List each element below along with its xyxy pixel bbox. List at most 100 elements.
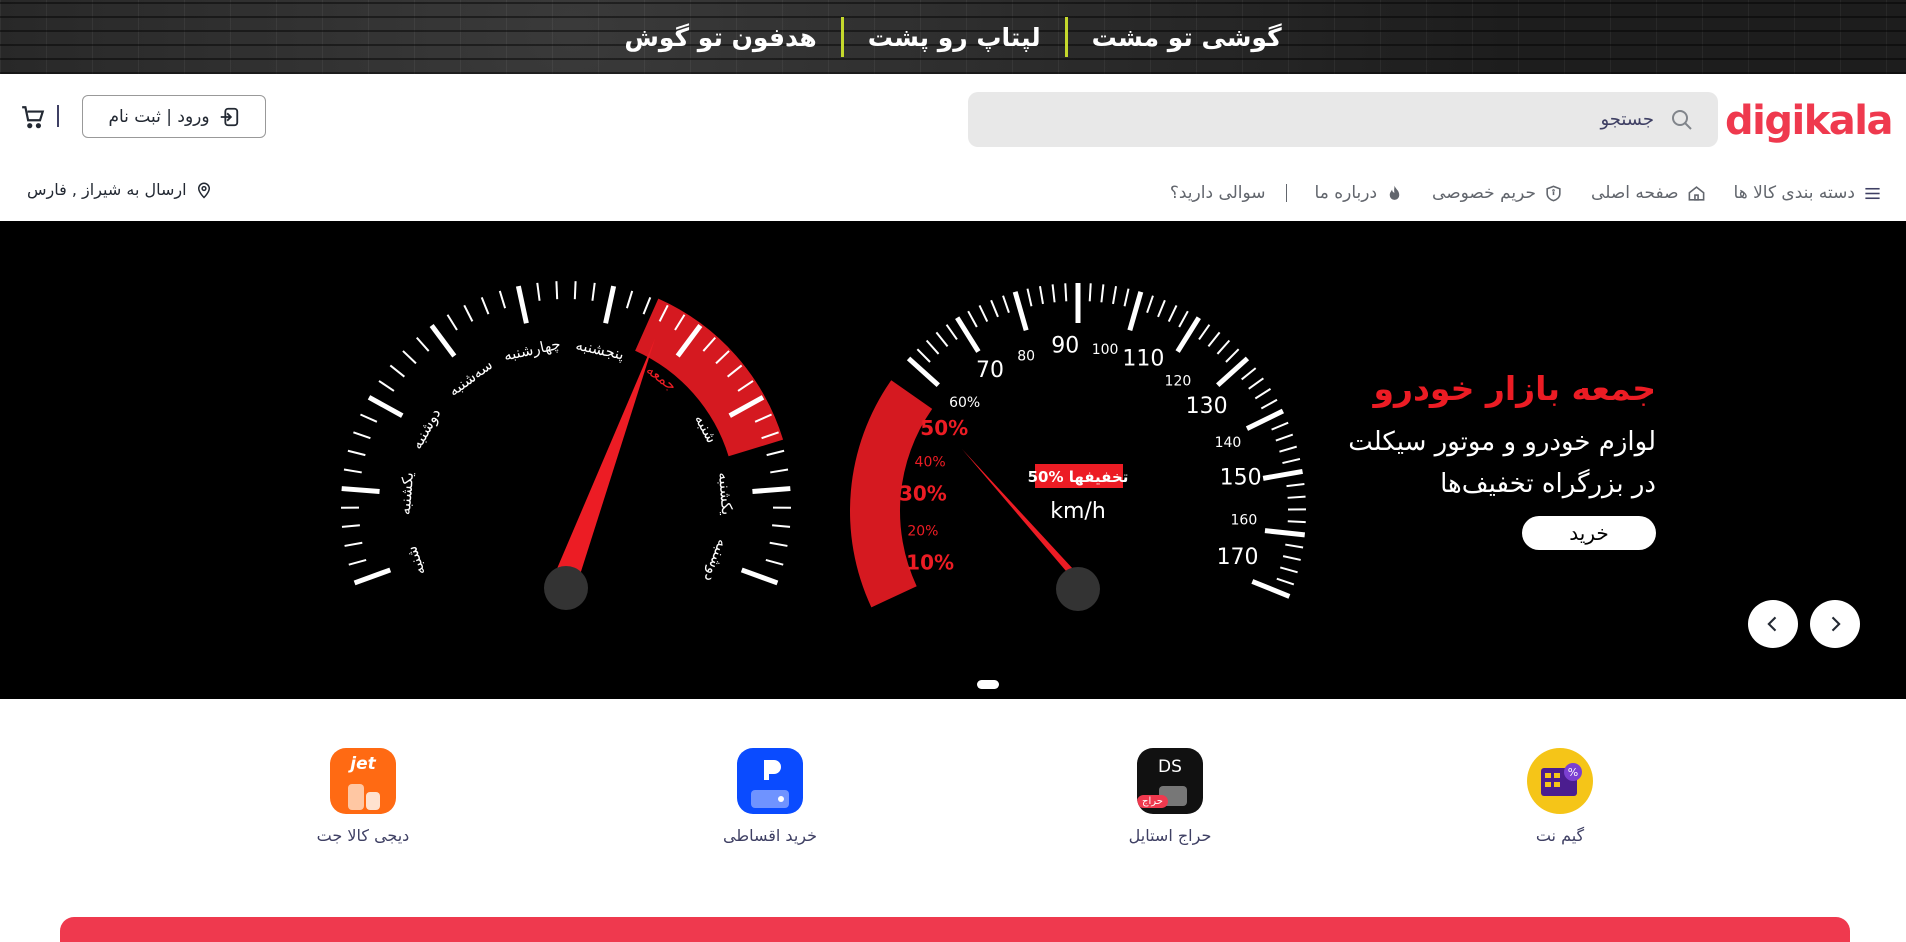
gauge-day-label: شنبه xyxy=(402,544,429,578)
login-label: ورود | ثبت نام xyxy=(108,106,210,127)
gauge-tick xyxy=(906,356,940,388)
gauge-hub xyxy=(1056,567,1100,611)
gauge-speed-label: 100 xyxy=(1092,342,1119,358)
gauge-tick xyxy=(341,486,380,495)
jet-icon: jet xyxy=(330,748,396,814)
hero-buy-button[interactable]: خرید xyxy=(1522,516,1656,550)
gauge-tick xyxy=(1248,377,1264,390)
promo-banner[interactable]: گوشی تو مشت لپتاپ رو پشت هدفون تو گوش xyxy=(0,0,1906,74)
carousel-next-button[interactable] xyxy=(1748,600,1798,648)
nav-item-categories[interactable]: دسته بندی کالا ها xyxy=(1734,183,1882,203)
gamenet-icon: % xyxy=(1527,748,1593,814)
promo-divider xyxy=(1064,17,1068,57)
gauge-tick xyxy=(1178,310,1189,328)
gauge-percent-label: 10% xyxy=(906,550,954,574)
gauge-tick xyxy=(1146,295,1154,314)
gauge-needle xyxy=(556,338,656,581)
hero-banner[interactable]: شنبه یکشنبه دوشنبه سه‌شنبه چهارشنبه پنجشنبه جم… xyxy=(0,221,1906,699)
nav-item-label: حریم خصوصی xyxy=(1432,183,1537,203)
nav-item-about[interactable]: درباره ما xyxy=(1315,183,1405,203)
gauge-percent-label: 60% xyxy=(949,395,980,411)
login-icon xyxy=(220,107,238,126)
style-sale-icon-text: DS xyxy=(1158,757,1182,777)
gauge-tick xyxy=(348,558,367,566)
gauge-tick xyxy=(978,304,989,323)
search-input[interactable] xyxy=(968,92,1718,147)
gauge-tick xyxy=(429,324,457,358)
gauge-tick xyxy=(1279,566,1298,574)
promo-item: گوشی تو مشت xyxy=(1091,22,1282,52)
nav-item-privacy[interactable]: حریم خصوصی xyxy=(1432,183,1563,203)
quick-link-style-sale[interactable]: DS حراج حراج استایل xyxy=(1110,748,1230,845)
location-label: ارسال به شیراز , فارس xyxy=(27,180,187,199)
gauge-percent-label: 50% xyxy=(920,416,968,440)
nav-item-label: درباره ما xyxy=(1314,183,1378,203)
nav-item-faq[interactable]: سوالی دارید؟ xyxy=(1170,183,1266,203)
quick-link-label: دیجی کالا جت xyxy=(316,826,410,845)
gauge-tick xyxy=(1123,288,1130,307)
login-button[interactable]: ورود | ثبت نام xyxy=(82,95,266,138)
amazing-offers-strip[interactable] xyxy=(60,917,1850,942)
hero-subtitle-line: در بزرگراه تخفیف‌ها xyxy=(1440,469,1656,499)
gauge-tick xyxy=(389,364,406,378)
gauge-tick xyxy=(1026,288,1033,307)
gauge-speed-label: 140 xyxy=(1215,435,1242,451)
gauge-speed-label: 130 xyxy=(1186,394,1228,419)
gauge-day-label: سه‌شنبه xyxy=(445,355,496,399)
gauge-tick xyxy=(1285,543,1304,549)
gauge-tick xyxy=(625,290,634,309)
shield-icon xyxy=(1546,185,1561,201)
search-box[interactable] xyxy=(968,92,1718,147)
gauge-percent-label: 20% xyxy=(907,523,938,539)
hero-subtitle: لوازم خودرو و موتور سیکلت در بزرگراه تخف… xyxy=(1256,421,1656,505)
quick-link-jet[interactable]: jet دیجی کالا جت xyxy=(303,748,423,845)
sale-badge: حراج xyxy=(1137,795,1168,808)
gauge-tick xyxy=(916,348,931,363)
quick-link-label: گیم نت xyxy=(1535,826,1585,845)
nav-item-label: صفحه اصلی xyxy=(1591,183,1679,203)
delivery-location[interactable]: ارسال به شیراز , فارس xyxy=(27,180,213,199)
gauge-tick xyxy=(1100,284,1105,303)
carousel-prev-button[interactable] xyxy=(1810,600,1860,648)
promo-item: لپتاپ رو پشت xyxy=(867,22,1041,52)
gauge-tick xyxy=(1241,367,1257,381)
gauge-tick xyxy=(1112,286,1118,305)
quick-link-installment[interactable]: خرید اقساطی xyxy=(710,748,830,845)
fire-icon xyxy=(1389,185,1400,200)
header-divider xyxy=(57,105,59,127)
gauge-tick xyxy=(360,413,378,423)
chevron-right-icon xyxy=(1831,616,1841,632)
cart-icon[interactable] xyxy=(20,104,46,130)
gauge-percent-label: 30% xyxy=(899,482,947,506)
gauge-day-label: دوشنبه xyxy=(408,405,445,452)
quick-link-gamenet[interactable]: % گیم نت xyxy=(1500,748,1620,845)
home-icon xyxy=(1688,185,1704,201)
gauge-tick xyxy=(498,290,507,309)
gauge-day-label: پنجشنبه xyxy=(574,336,626,365)
gauge-tick xyxy=(1051,284,1056,303)
gauge-tick xyxy=(353,431,371,440)
gauge-tick xyxy=(343,468,362,474)
gauge-tick xyxy=(415,336,430,352)
gauge-speed-label: 80 xyxy=(1017,348,1035,364)
gauge-tick xyxy=(1276,577,1295,586)
site-logo[interactable]: digikala xyxy=(1725,98,1893,144)
nav-item-label: دسته بندی کالا ها xyxy=(1733,183,1855,203)
quick-link-label: خرید اقساطی xyxy=(723,826,817,845)
gauge-tick xyxy=(347,449,366,457)
gauge-tick xyxy=(1260,398,1278,410)
carousel-indicator[interactable] xyxy=(977,680,999,689)
gauge-tick xyxy=(573,281,577,300)
gauge-tick xyxy=(603,285,617,324)
hero-subtitle-line: لوازم خودرو و موتور سیکلت xyxy=(1348,427,1656,457)
gauge-speed-label: 70 xyxy=(976,358,1004,383)
search-icon xyxy=(1672,110,1692,130)
nav-item-home[interactable]: صفحه اصلی xyxy=(1591,183,1705,203)
gauge-tick xyxy=(967,310,978,328)
gauge-speed-label: 170 xyxy=(1217,545,1259,570)
chevron-left-icon xyxy=(1767,616,1777,632)
gauge-tick xyxy=(1038,286,1044,305)
nav-divider xyxy=(1285,184,1287,202)
jet-icon-text: jet xyxy=(350,754,376,774)
gauge-tick xyxy=(925,339,940,355)
